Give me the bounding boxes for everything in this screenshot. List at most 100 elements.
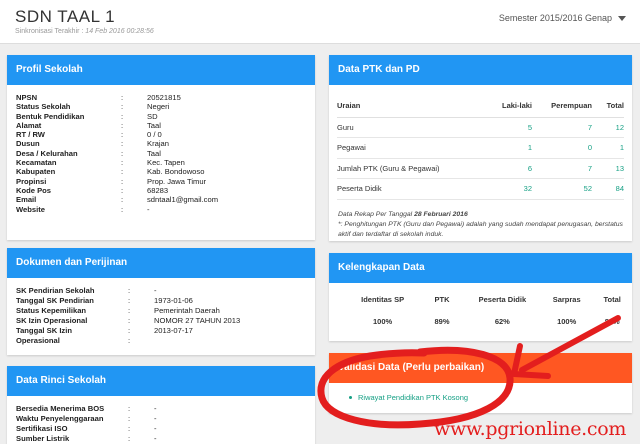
sync-info: Sinkronisasi Terakhir : 14 Feb 2016 00:2… [15, 28, 154, 35]
profil-label: Propinsi [16, 176, 47, 186]
colon-separator: : [121, 176, 124, 186]
kelengkapan-percent: 62% [494, 317, 510, 326]
dokumen-label: Tanggal SK Pendirian [16, 296, 94, 305]
profil-value: Negeri [147, 102, 170, 112]
ptk-pd-panel: Data PTK dan PD Uraian Laki-laki Perempu… [329, 55, 632, 241]
dokumen-perijinan-panel: Dokumen dan Perijinan SK Pendirian Sekol… [7, 248, 315, 355]
row-value: 1 [592, 137, 624, 159]
validasi-item-label[interactable]: Riwayat Pendidikan PTK Kosong [358, 393, 468, 402]
kelengkapan-item: Sarpras 100% [541, 295, 592, 326]
profil-row: Email: sdntaal1@gmail.com [16, 195, 306, 204]
profil-value: Taal [147, 148, 161, 158]
profil-row: Kecamatan: Kec. Tapen [16, 158, 306, 167]
profil-value: SD [147, 111, 158, 121]
row-value: 84 [592, 178, 624, 200]
top-bar: SDN TAAL 1 Sinkronisasi Terakhir : 14 Fe… [0, 0, 640, 44]
colon-separator: : [128, 404, 131, 413]
rinci-label: Sumber Listrik [16, 434, 70, 443]
colon-separator: : [128, 336, 131, 345]
row-value: 5 [477, 117, 532, 138]
profil-row: RT / RW: 0 / 0 [16, 130, 306, 139]
profil-label: Website [16, 204, 45, 214]
validasi-item[interactable]: Riwayat Pendidikan PTK Kosong [329, 383, 632, 402]
kelengkapan-percent: 100% [557, 317, 577, 326]
row-value: 52 [532, 178, 592, 200]
dokumen-value: 1973-01-06 [154, 296, 193, 305]
dokumen-perijinan-title: Dokumen dan Perijinan [7, 248, 315, 278]
rekap-label: Data Rekap Per Tanggal [338, 210, 413, 218]
row-value: 7 [532, 117, 592, 138]
rinci-label: Sertifikasi ISO [16, 424, 68, 433]
table-row: Pegawai 1 0 1 [337, 137, 624, 159]
semester-dropdown[interactable]: Semester 2015/2016 Genap [499, 13, 626, 23]
table-row: Guru 5 7 12 [337, 117, 624, 138]
kelengkapan-title: Kelengkapan Data [329, 253, 632, 283]
chevron-down-icon [618, 15, 626, 21]
rinci-label: Bersedia Menerima BOS [16, 404, 105, 413]
colon-separator: : [128, 306, 131, 315]
col-laki-laki: Laki-laki [477, 95, 532, 118]
kelengkapan-label: Total [603, 295, 621, 304]
dokumen-perijinan-list: SK Pendirian Sekolah: - Tanggal SK Pendiri… [7, 278, 315, 346]
dokumen-value: NOMOR 27 TAHUN 2013 [154, 316, 241, 325]
kelengkapan-item: Peserta Didik 62% [464, 295, 541, 326]
dokumen-value: 2013-07-17 [154, 326, 193, 335]
dokumen-value: - [154, 286, 157, 295]
row-value: 32 [477, 178, 532, 200]
profil-label: Kode Pos [16, 185, 52, 195]
row-value: 0 [532, 137, 592, 159]
profil-value: Kec. Tapen [147, 158, 185, 168]
ptk-note: Data Rekap Per Tanggal 28 Februari 2016 … [329, 200, 632, 240]
row-label: Guru [337, 117, 477, 138]
dokumen-row: SK Izin Operasional: NOMOR 27 TAHUN 2013 [16, 316, 306, 326]
dokumen-value: Pemerintah Daerah [154, 306, 220, 315]
rinci-row: Sumber Listrik: - [16, 434, 306, 444]
dokumen-label: SK Pendirian Sekolah [16, 286, 95, 295]
rinci-label: Waktu Penyelenggaraan [16, 414, 104, 423]
data-rinci-list: Bersedia Menerima BOS: - Waktu Penyelengga… [7, 396, 315, 444]
ptk-pd-title: Data PTK dan PD [329, 55, 632, 85]
data-rinci-panel: Data Rinci Sekolah Bersedia Menerima BOS… [7, 366, 315, 444]
profil-label: NPSN [16, 93, 38, 102]
row-label: Peserta Didik [337, 178, 477, 200]
profil-value: 68283 [147, 185, 169, 195]
colon-separator: : [121, 185, 124, 195]
profil-label: Kabupaten [16, 167, 56, 177]
kelengkapan-item: Identitas SP 100% [345, 295, 420, 326]
row-label: Pegawai [337, 137, 477, 159]
profil-row: Bentuk Pendidikan: SD [16, 112, 306, 121]
dokumen-label: Tanggal SK Izin [16, 326, 72, 335]
sync-label: Sinkronisasi Terakhir : [15, 28, 84, 35]
col-perempuan: Perempuan [532, 95, 592, 118]
profil-row: Dusun: Krajan [16, 139, 306, 148]
rinci-row: Bersedia Menerima BOS: - [16, 404, 306, 414]
rinci-row: Waktu Penyelenggaraan: - [16, 414, 306, 424]
colon-separator: : [121, 139, 124, 149]
colon-separator: : [121, 130, 124, 140]
kelengkapan-percent: 88% [604, 317, 620, 326]
profil-row: Propinsi: Prop. Jawa Timur [16, 177, 306, 186]
profil-value: Kab. Bondowoso [147, 167, 205, 177]
profil-row: Status Sekolah: Negeri [16, 102, 306, 111]
profil-row: Kabupaten: Kab. Bondowoso [16, 167, 306, 176]
profil-label: RT / RW [16, 130, 45, 140]
colon-separator: : [121, 167, 124, 177]
dokumen-row: Tanggal SK Pendirian: 1973-01-06 [16, 296, 306, 306]
validasi-title: Validasi Data (Perlu perbaikan) [329, 353, 632, 383]
rinci-value: - [154, 414, 157, 423]
row-label: Jumlah PTK (Guru & Pegawai) [337, 158, 477, 179]
rekap-date: 28 Februari 2016 [414, 210, 468, 218]
profil-label: Status Sekolah [16, 102, 71, 112]
profil-row: Desa / Kelurahan: Taal [16, 149, 306, 158]
dokumen-row: Status Kepemilikan: Pemerintah Daerah [16, 306, 306, 316]
dokumen-label: Operasional [16, 336, 60, 345]
profil-label: Alamat [16, 120, 42, 130]
row-value: 6 [477, 158, 532, 179]
profil-label: Bentuk Pendidikan [16, 111, 85, 121]
dokumen-label: SK Izin Operasional [16, 316, 88, 325]
colon-separator: : [121, 158, 124, 168]
profil-value: sdntaal1@gmail.com [147, 195, 219, 205]
col-total: Total [592, 95, 624, 118]
colon-separator: : [128, 434, 131, 443]
colon-separator: : [128, 296, 131, 305]
